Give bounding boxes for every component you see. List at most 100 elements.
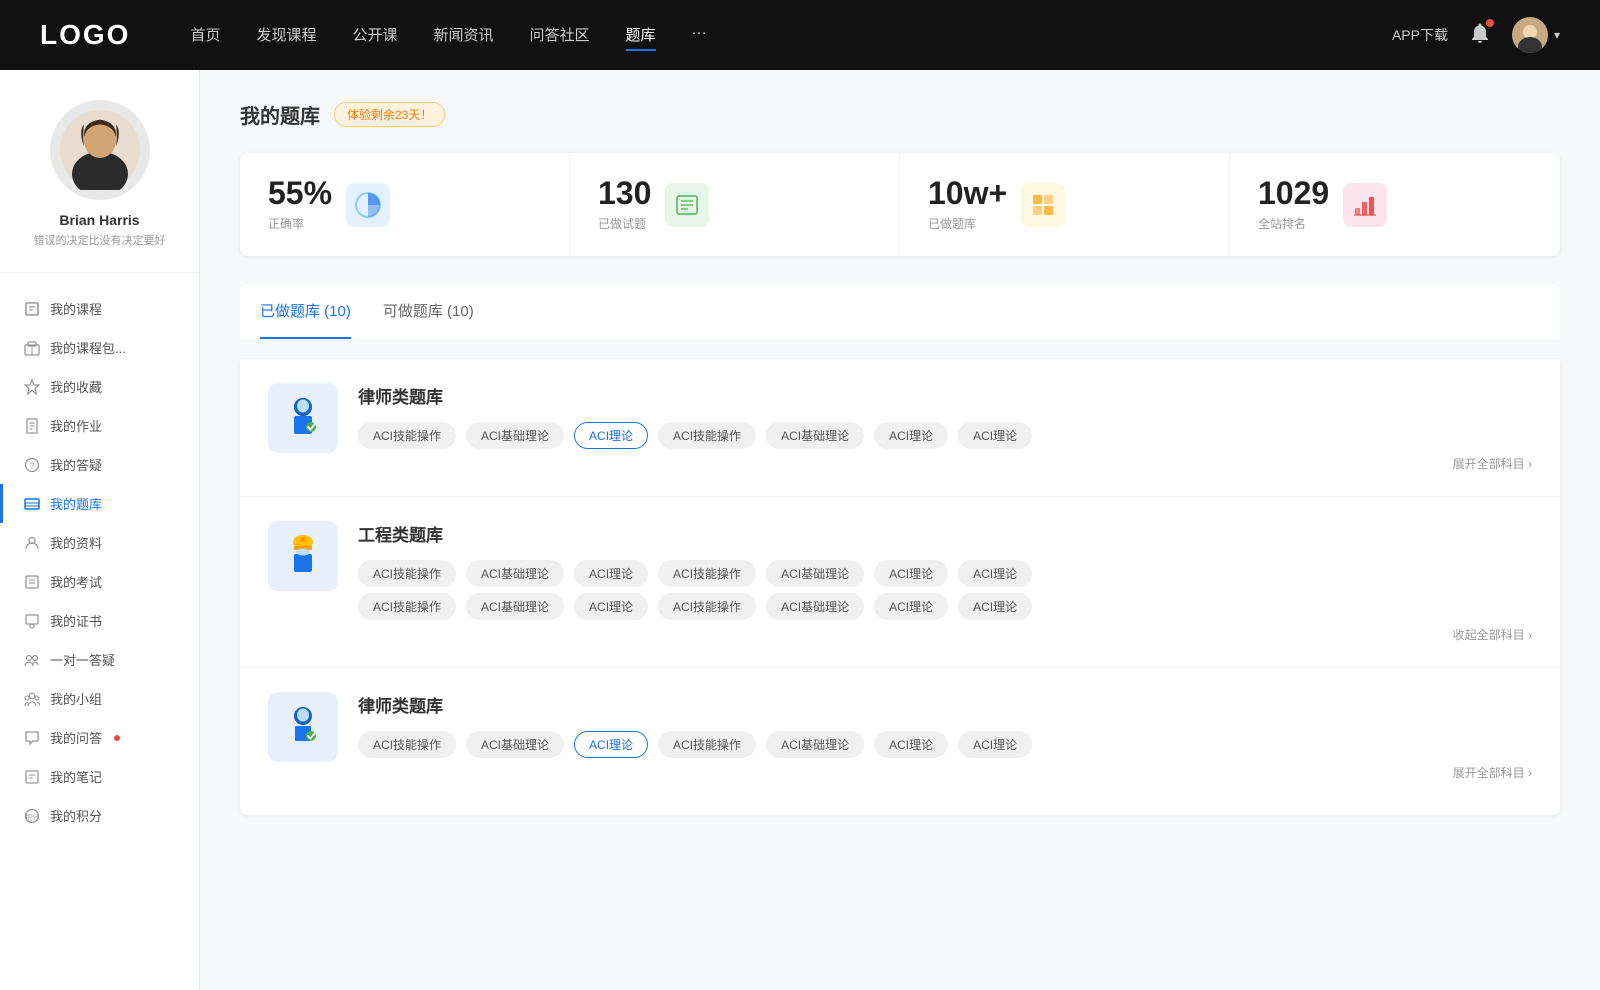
tag[interactable]: ACI理论 xyxy=(574,593,648,620)
sidebar-menu: 我的课程 我的课程包... 我的收藏 我的作业 ? 我的答疑 xyxy=(0,289,199,835)
qbank-card-1-tags: ACI技能操作 ACI基础理论 ACI理论 ACI技能操作 ACI基础理论 AC… xyxy=(358,422,1532,449)
qbank-card-2-icon xyxy=(268,521,338,591)
points-icon: 积分 xyxy=(24,808,40,824)
stat-banks-number: 10w+ xyxy=(928,177,1007,209)
nav-home[interactable]: 首页 xyxy=(190,20,220,51)
qbank-card-1-icon xyxy=(268,383,338,453)
tab-todo[interactable]: 可做题库 (10) xyxy=(383,284,474,339)
qbank-card-3-tags: ACI技能操作 ACI基础理论 ACI理论 ACI技能操作 ACI基础理论 AC… xyxy=(358,731,1532,758)
tag[interactable]: ACI技能操作 xyxy=(358,593,456,620)
notification-bell[interactable] xyxy=(1468,21,1492,50)
cert-icon xyxy=(24,613,40,629)
tag[interactable]: ACI理论 xyxy=(574,560,648,587)
chevron-down-icon: ▾ xyxy=(1554,28,1560,42)
qbank-card-3-title: 律师类题库 xyxy=(358,692,1532,717)
sidebar-item-my-exam[interactable]: 我的考试 xyxy=(0,562,199,601)
tag[interactable]: ACI技能操作 xyxy=(358,560,456,587)
sidebar-item-my-points[interactable]: 积分 我的积分 xyxy=(0,796,199,835)
tag[interactable]: ACI基础理论 xyxy=(466,731,564,758)
tag[interactable]: ACI理论 xyxy=(958,560,1032,587)
sidebar-item-my-notes[interactable]: 我的笔记 xyxy=(0,757,199,796)
tag[interactable]: ACI基础理论 xyxy=(466,560,564,587)
tag[interactable]: ACI理论 xyxy=(958,593,1032,620)
sidebar-item-my-qbank[interactable]: 我的题库 xyxy=(0,484,199,523)
qa-icon: ? xyxy=(24,457,40,473)
tag[interactable]: ACI理论 xyxy=(574,731,648,758)
stat-questions-icon-wrapper xyxy=(665,183,709,227)
app-download-button[interactable]: APP下载 xyxy=(1392,25,1448,45)
tag[interactable]: ACI技能操作 xyxy=(358,731,456,758)
qanda-icon xyxy=(24,730,40,746)
nav-more[interactable]: ··· xyxy=(692,20,707,51)
lawyer-icon xyxy=(279,394,327,442)
tag[interactable]: ACI基础理论 xyxy=(766,731,864,758)
tag[interactable]: ACI基础理论 xyxy=(766,422,864,449)
expand-link-3[interactable]: 展开全部科目 › xyxy=(358,764,1532,781)
collapse-link-2[interactable]: 收起全部科目 › xyxy=(358,626,1532,643)
tag[interactable]: ACI理论 xyxy=(874,422,948,449)
qbank-card-2: 工程类题库 ACI技能操作 ACI基础理论 ACI理论 ACI技能操作 ACI基… xyxy=(240,497,1560,668)
group-icon xyxy=(24,691,40,707)
stat-questions-label: 已做试题 xyxy=(598,215,651,232)
nav-qa[interactable]: 问答社区 xyxy=(530,20,590,51)
grid-icon xyxy=(1028,190,1058,220)
stat-questions: 130 已做试题 xyxy=(570,153,900,256)
tag[interactable]: ACI技能操作 xyxy=(658,593,756,620)
logo: LOGO xyxy=(40,19,130,51)
sidebar-item-my-qa[interactable]: ? 我的答疑 xyxy=(0,445,199,484)
sidebar-item-my-qanda[interactable]: 我的问答 xyxy=(0,718,199,757)
qbank-card-2-info: 工程类题库 ACI技能操作 ACI基础理论 ACI理论 ACI技能操作 ACI基… xyxy=(358,521,1532,643)
sidebar-item-my-profile[interactable]: 我的资料 xyxy=(0,523,199,562)
sidebar-item-my-course-pkg[interactable]: 我的课程包... xyxy=(0,328,199,367)
homework-icon xyxy=(24,418,40,434)
tag[interactable]: ACI基础理论 xyxy=(466,422,564,449)
user-avatar-menu[interactable]: ▾ xyxy=(1512,17,1560,53)
qanda-red-dot xyxy=(114,735,120,741)
tag[interactable]: ACI理论 xyxy=(874,731,948,758)
package-icon xyxy=(24,340,40,356)
oneone-icon xyxy=(24,652,40,668)
navbar: LOGO 首页 发现课程 公开课 新闻资讯 问答社区 题库 ··· APP下载 … xyxy=(0,0,1600,70)
tag[interactable]: ACI技能操作 xyxy=(358,422,456,449)
qbank-section: 已做题库 (10) 可做题库 (10) xyxy=(240,284,1560,815)
profile-avatar xyxy=(50,100,150,200)
nav-open-course[interactable]: 公开课 xyxy=(352,20,397,51)
sidebar-item-my-favorites[interactable]: 我的收藏 xyxy=(0,367,199,406)
tag[interactable]: ACI理论 xyxy=(874,560,948,587)
tag[interactable]: ACI理论 xyxy=(958,731,1032,758)
sidebar-item-my-cert[interactable]: 我的证书 xyxy=(0,601,199,640)
qbank-card-2-title: 工程类题库 xyxy=(358,521,1532,546)
tag[interactable]: ACI技能操作 xyxy=(658,731,756,758)
sidebar-item-my-group[interactable]: 我的小组 xyxy=(0,679,199,718)
nav-news[interactable]: 新闻资讯 xyxy=(434,20,494,51)
tag[interactable]: ACI理论 xyxy=(574,422,648,449)
tab-done[interactable]: 已做题库 (10) xyxy=(260,284,351,339)
stat-accuracy-number: 55% xyxy=(268,177,332,209)
stat-accuracy-label: 正确率 xyxy=(268,215,332,232)
sidebar-item-my-homework[interactable]: 我的作业 xyxy=(0,406,199,445)
expand-link-1[interactable]: 展开全部科目 › xyxy=(358,455,1532,472)
sidebar: Brian Harris 错误的决定比没有决定要好 我的课程 我的课程包... … xyxy=(0,70,200,990)
tag[interactable]: ACI基础理论 xyxy=(766,560,864,587)
tag[interactable]: ACI基础理论 xyxy=(766,593,864,620)
stat-ranking-number: 1029 xyxy=(1258,177,1329,209)
tag[interactable]: ACI理论 xyxy=(874,593,948,620)
stat-ranking-label: 全站排名 xyxy=(1258,215,1329,232)
tag[interactable]: ACI技能操作 xyxy=(658,422,756,449)
qbank-card-2-tags-row1: ACI技能操作 ACI基础理论 ACI理论 ACI技能操作 ACI基础理论 AC… xyxy=(358,560,1532,587)
profile-icon xyxy=(24,535,40,551)
tag[interactable]: ACI基础理论 xyxy=(466,593,564,620)
sidebar-item-one-on-one[interactable]: 一对一答疑 xyxy=(0,640,199,679)
sidebar-item-my-course[interactable]: 我的课程 xyxy=(0,289,199,328)
nav-qbank[interactable]: 题库 xyxy=(626,20,656,51)
stat-ranking: 1029 全站排名 xyxy=(1230,153,1560,256)
qbank-list: 律师类题库 ACI技能操作 ACI基础理论 ACI理论 ACI技能操作 ACI基… xyxy=(240,359,1560,815)
qbank-card-1-title: 律师类题库 xyxy=(358,383,1532,408)
stat-banks-label: 已做题库 xyxy=(928,215,1007,232)
tag[interactable]: ACI技能操作 xyxy=(658,560,756,587)
profile-name: Brian Harris xyxy=(59,212,139,228)
nav-discover[interactable]: 发现课程 xyxy=(256,20,316,51)
tag[interactable]: ACI理论 xyxy=(958,422,1032,449)
stats-row: 55% 正确率 130 已做试题 xyxy=(240,153,1560,256)
stat-banks: 10w+ 已做题库 xyxy=(900,153,1230,256)
